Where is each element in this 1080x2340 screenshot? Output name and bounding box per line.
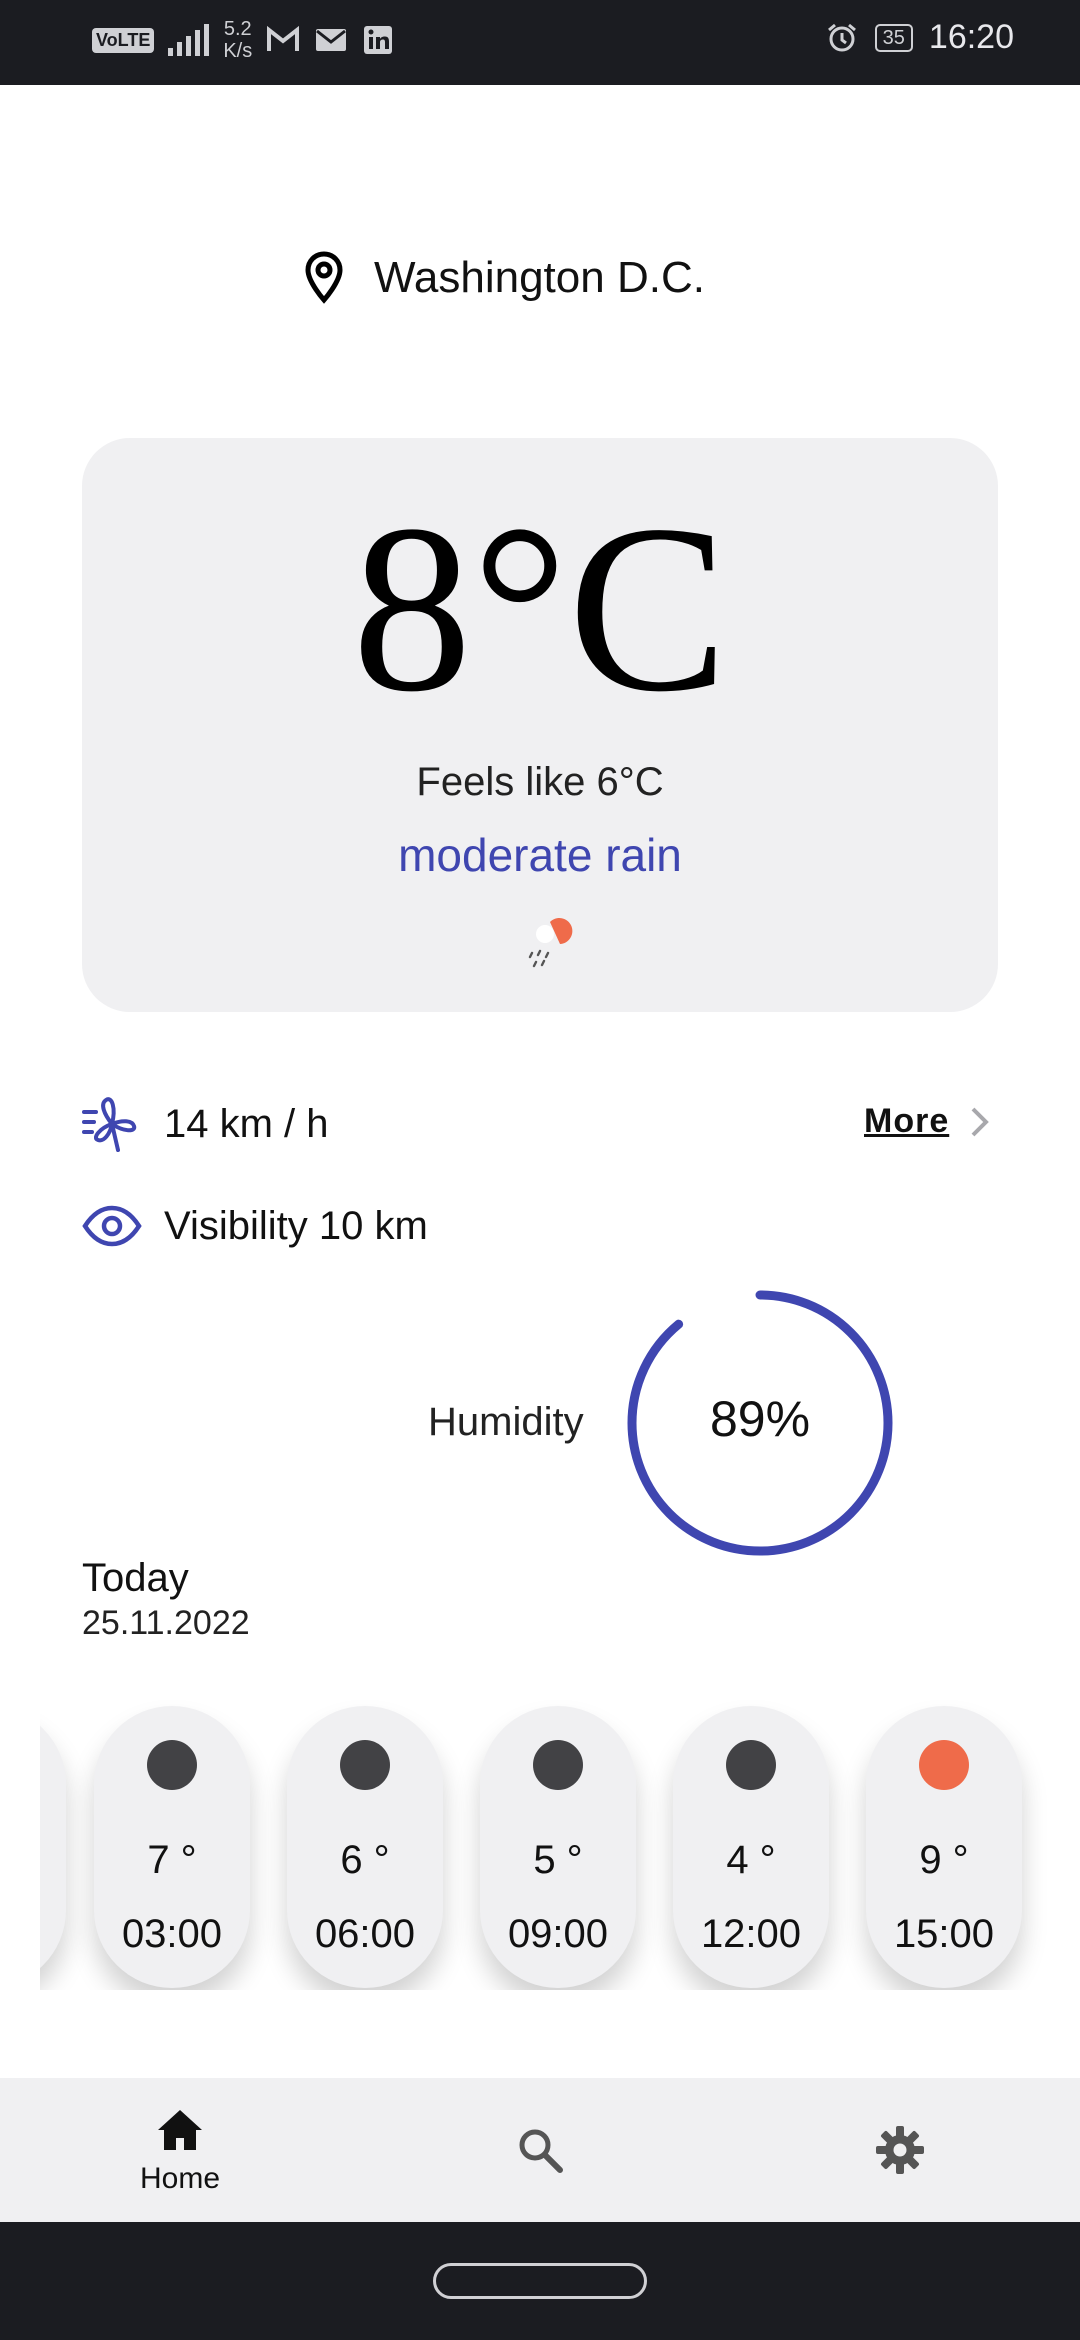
condition-text: moderate rain [398, 829, 682, 881]
linkedin-icon [364, 26, 393, 54]
signal-icon [168, 24, 210, 56]
hourly-time: 15:00 [893, 1912, 995, 1956]
weather-dot-icon [147, 1740, 197, 1790]
location-pin-icon [305, 251, 343, 304]
battery-indicator: 35 [874, 23, 913, 52]
hourly-temp: 6 ° [340, 1838, 390, 1882]
eye-icon [82, 1205, 142, 1247]
hourly-card-partial[interactable] [40, 1706, 66, 1988]
wind-row: 14 km / h [82, 1094, 329, 1154]
nav-settings[interactable] [800, 2078, 1000, 2222]
status-bar: VoLTE 5.2 K/s 35 16:20 [0, 0, 1080, 85]
wind-speed: 14 km / h [164, 1101, 329, 1146]
more-label: More [864, 1102, 950, 1140]
rain-sun-icon [528, 918, 573, 968]
hourly-time: 12:00 [700, 1912, 802, 1956]
location-name: Washington D.C. [374, 253, 705, 302]
home-icon [158, 2110, 202, 2150]
current-temperature: 8°C [351, 475, 729, 741]
hourly-card[interactable]: 7 ° 03:00 [94, 1706, 250, 1988]
home-gesture-bar[interactable] [433, 2263, 647, 2299]
system-nav-bar [0, 2222, 1080, 2340]
humidity-label: Humidity [428, 1400, 584, 1444]
network-speed: 5.2 K/s [223, 18, 253, 62]
nav-search[interactable] [440, 2078, 640, 2222]
more-button[interactable]: More [864, 1102, 993, 1141]
hourly-temp: 7 ° [147, 1838, 197, 1882]
nav-home-label: Home [139, 2162, 221, 2195]
visibility-text: Visibility 10 km [164, 1203, 428, 1248]
sun-dot-icon [919, 1740, 969, 1790]
volte-indicator: VoLTE [92, 27, 155, 53]
mail-icon [316, 29, 347, 51]
gmail-icon [267, 25, 300, 51]
clock: 16:20 [928, 18, 1014, 56]
current-weather-card: 8°C Feels like 6°C moderate rain [82, 438, 998, 1012]
hourly-temp: 9 ° [919, 1838, 969, 1882]
hourly-forecast[interactable]: 7 ° 03:00 6 ° 06:00 5 ° 09:00 4 ° 12:00 … [40, 1700, 1080, 1990]
hourly-time: 03:00 [121, 1912, 223, 1956]
wind-icon [82, 1097, 137, 1152]
today-label: Today [82, 1556, 189, 1600]
search-icon [519, 2129, 563, 2173]
alarm-icon [827, 23, 856, 51]
today-date: 25.11.2022 [82, 1604, 250, 1642]
feels-like-text: Feels like 6°C [416, 760, 664, 804]
hourly-card[interactable]: 9 ° 15:00 [866, 1706, 1022, 1988]
hourly-time: 06:00 [314, 1912, 416, 1956]
gear-icon [876, 2126, 924, 2174]
nav-home[interactable]: Home [80, 2078, 280, 2222]
hourly-card[interactable]: 5 ° 09:00 [480, 1706, 636, 1988]
hourly-temp: 4 ° [726, 1838, 776, 1882]
chevron-right-icon [971, 1107, 990, 1136]
weather-dot-icon [340, 1740, 390, 1790]
hourly-temp: 5 ° [533, 1838, 583, 1882]
hourly-time: 09:00 [507, 1912, 609, 1956]
hourly-card[interactable]: 6 ° 06:00 [287, 1706, 443, 1988]
hourly-card[interactable]: 4 ° 12:00 [673, 1706, 829, 1988]
humidity-value: 89% [709, 1391, 811, 1447]
bottom-navigation: Home [0, 2078, 1080, 2222]
weather-dot-icon [726, 1740, 776, 1790]
visibility-row: Visibility 10 km [82, 1196, 428, 1256]
location-header[interactable]: Washington D.C. [300, 250, 705, 306]
weather-dot-icon [533, 1740, 583, 1790]
